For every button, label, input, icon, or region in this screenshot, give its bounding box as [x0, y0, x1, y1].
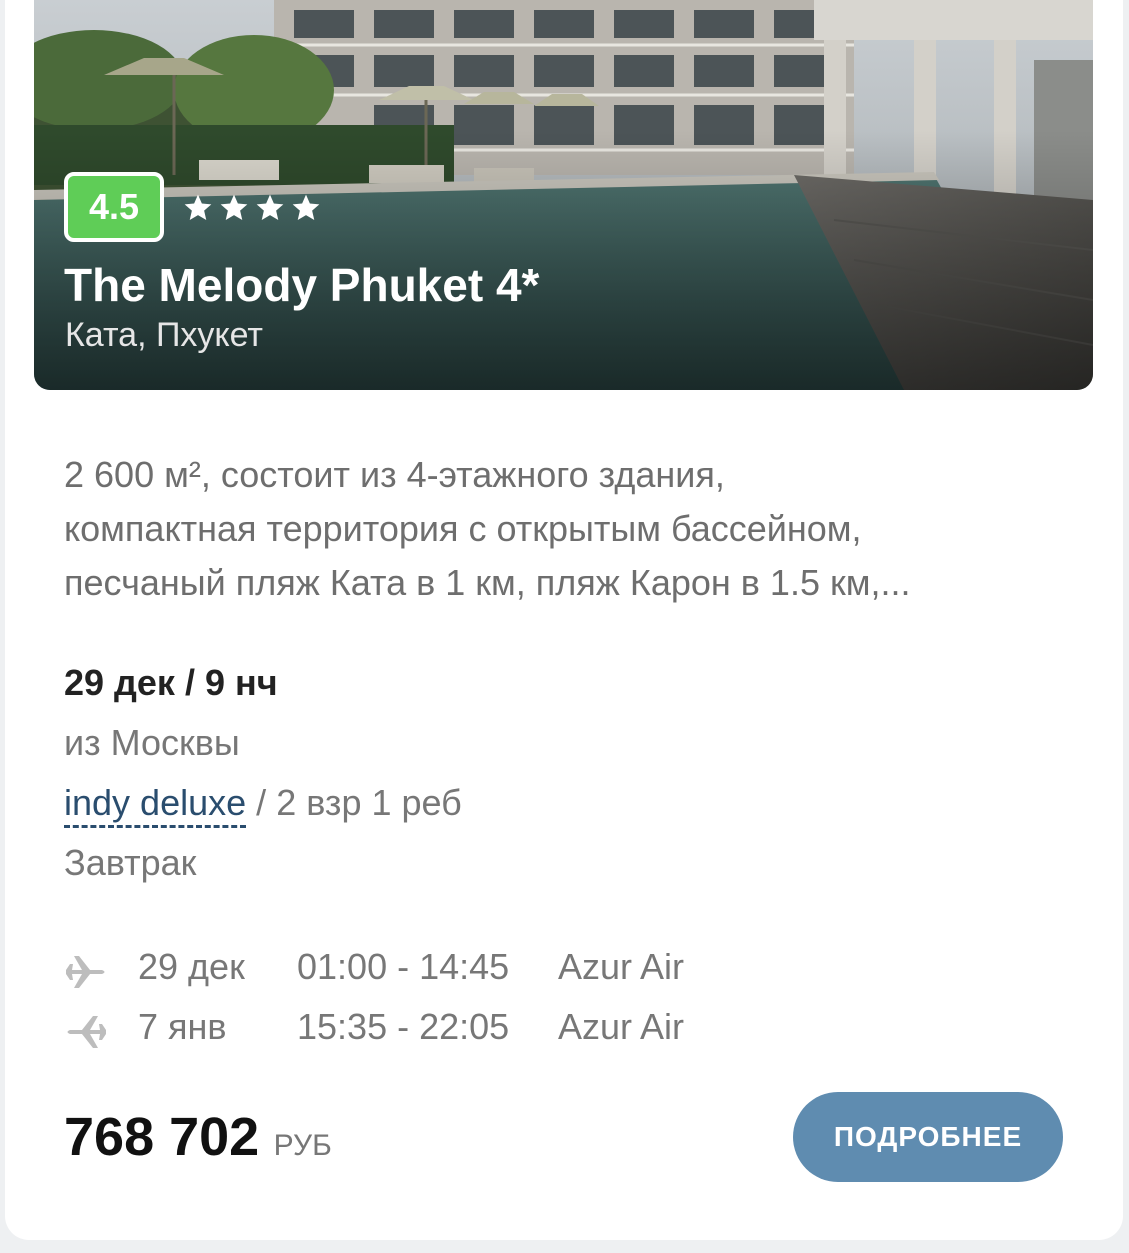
rating-badge: 4.5 — [64, 172, 164, 242]
star-icon — [256, 194, 284, 220]
star-icon — [220, 194, 248, 220]
description-line: компактная территория с открытым бассейн… — [64, 508, 862, 549]
hotel-name[interactable]: The Melody Phuket 4* — [64, 258, 539, 312]
hotel-photo[interactable]: 4.5 The Melody Phuket 4* Ката, Пхукет — [34, 0, 1093, 390]
price-currency: РУБ — [273, 1129, 332, 1162]
flight-airline: Azur Air — [558, 946, 685, 987]
flight-date: 7 янв — [138, 1006, 227, 1047]
flight-time: 15:35 - 22:05 — [297, 1006, 510, 1047]
room-separator: / — [256, 782, 267, 823]
description-line: 2 600 м², состоит из 4-этажного здания, — [64, 454, 725, 495]
room-pax: 2 взр 1 реб — [276, 782, 462, 823]
tour-dates-nights: 29 дек / 9 нч — [64, 662, 278, 703]
details-button[interactable]: ПОДРОБНЕЕ — [793, 1092, 1063, 1182]
plane-departure-icon — [66, 956, 105, 988]
plane-return-icon — [67, 1016, 106, 1048]
star-icon — [292, 194, 320, 220]
hotel-stars — [182, 192, 322, 224]
price-value: 768 702 — [64, 1107, 260, 1167]
room-info: indy deluxe / 2 взр 1 реб — [64, 782, 462, 828]
star-icon — [184, 194, 212, 220]
tour-price: 768 702 РУБ — [64, 1106, 332, 1168]
departure-city: из Москвы — [64, 722, 240, 763]
room-type-link[interactable]: indy deluxe — [64, 782, 247, 828]
flight-airline: Azur Air — [558, 1006, 685, 1047]
meal-plan: Завтрак — [64, 842, 197, 883]
rating-value: 4.5 — [88, 186, 140, 227]
description-line: песчаный пляж Ката в 1 км, пляж Карон в … — [64, 562, 911, 603]
flight-date: 29 дек — [138, 946, 245, 987]
flight-time: 01:00 - 14:45 — [297, 946, 510, 987]
hotel-location: Ката, Пхукет — [65, 316, 264, 354]
hotel-description: 2 600 м², состоит из 4-этажного здания, … — [64, 448, 1074, 610]
